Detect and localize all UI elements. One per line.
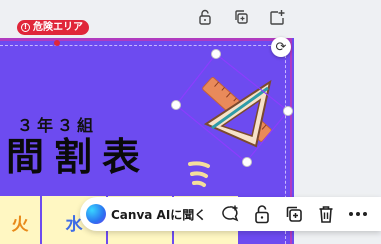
decoration-squiggle bbox=[188, 161, 210, 187]
danger-zone-marker bbox=[54, 40, 60, 46]
resize-handle-top[interactable] bbox=[211, 49, 221, 59]
add-page-icon[interactable] bbox=[266, 6, 288, 28]
danger-zone-badge: ! 危険エリア bbox=[17, 20, 89, 35]
editor-workspace: ! 危険エリア ３年３組 間割表 ⟳ 火 水 Canva AIに聞く bbox=[0, 0, 381, 244]
canva-ai-icon bbox=[86, 204, 106, 224]
timetable-title-text[interactable]: 間割表 bbox=[6, 138, 150, 176]
resize-handle-right[interactable] bbox=[283, 106, 293, 116]
danger-zone-label: 危険エリア bbox=[33, 22, 83, 33]
rotate-icon[interactable]: ⟳ bbox=[271, 37, 291, 57]
day-cell[interactable]: 火 bbox=[0, 196, 42, 244]
trash-icon[interactable] bbox=[310, 197, 342, 231]
resize-handle-bottom[interactable] bbox=[242, 157, 252, 167]
class-label-text[interactable]: ３年３組 bbox=[17, 112, 97, 136]
resize-handle-left[interactable] bbox=[171, 100, 181, 110]
ask-canva-ai-button[interactable]: Canva AIに聞く bbox=[80, 197, 214, 231]
day-label: 火 bbox=[11, 215, 29, 235]
lock-icon[interactable] bbox=[246, 197, 278, 231]
context-toolbar: Canva AIに聞く bbox=[80, 197, 381, 231]
ask-canva-ai-label: Canva AIに聞く bbox=[111, 207, 207, 222]
duplicate-icon[interactable] bbox=[278, 197, 310, 231]
page-toolbar bbox=[194, 6, 288, 28]
comment-add-icon[interactable] bbox=[214, 197, 246, 231]
more-icon[interactable] bbox=[342, 197, 374, 231]
lock-page-icon[interactable] bbox=[194, 6, 216, 28]
ruler-triangle-graphic[interactable] bbox=[176, 54, 288, 164]
duplicate-page-icon[interactable] bbox=[230, 6, 252, 28]
warning-circle-icon: ! bbox=[21, 23, 30, 32]
